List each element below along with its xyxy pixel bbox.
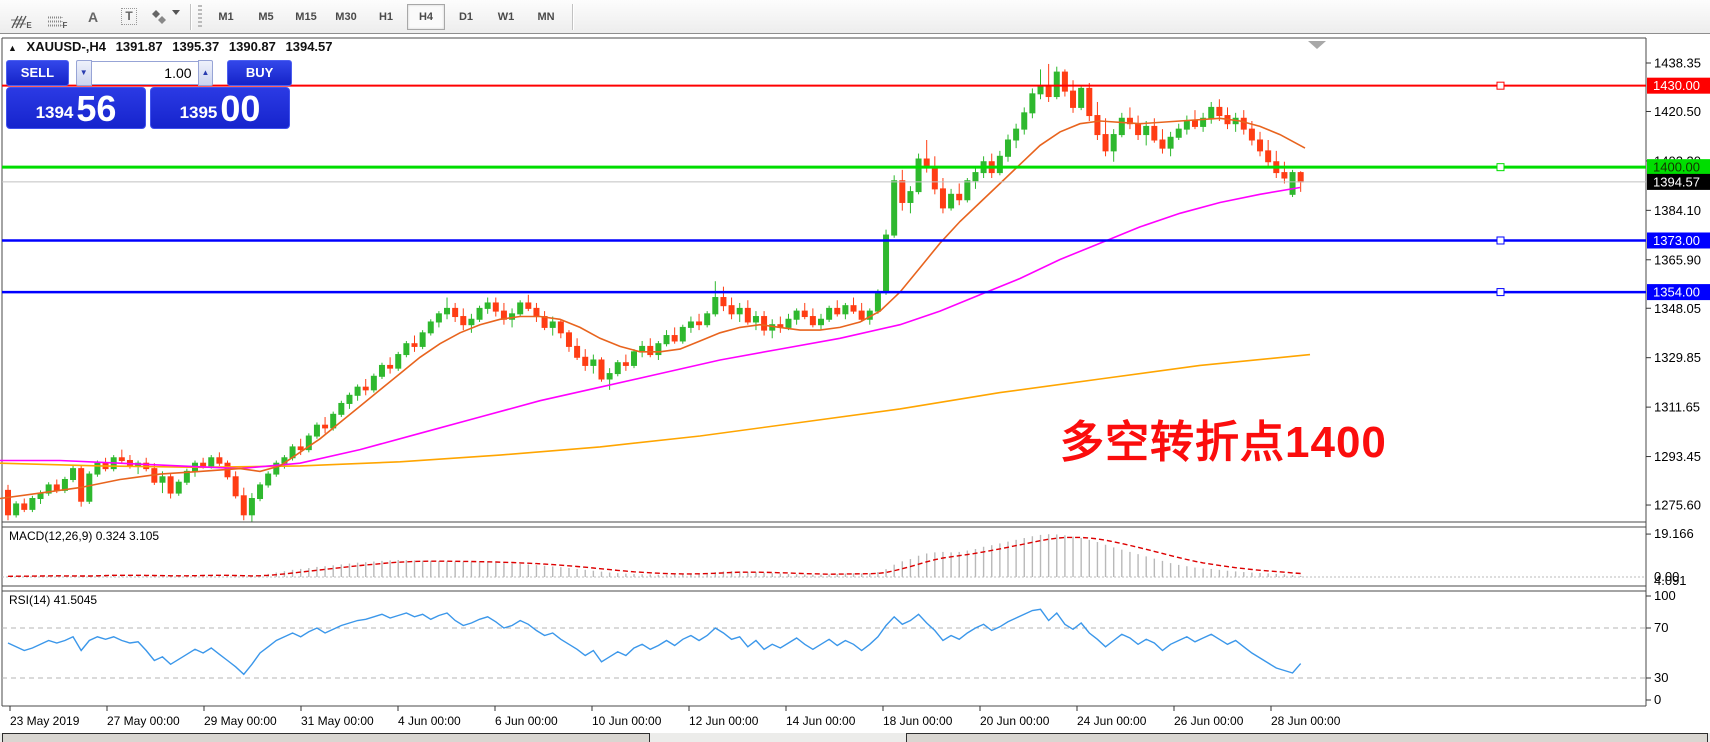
buy-price-main: 1395 [180, 103, 218, 123]
collapse-arrow-icon[interactable]: ▲ [8, 43, 17, 53]
timeframe-button-m15[interactable]: M15 [287, 4, 325, 30]
time-tick-label: 26 Jun 00:00 [1174, 714, 1244, 728]
level-handle[interactable] [1497, 164, 1504, 171]
time-tick-label: 18 Jun 00:00 [883, 714, 953, 728]
volume-input[interactable] [92, 61, 198, 85]
timeframe-button-w1[interactable]: W1 [487, 4, 525, 30]
grid-dots-icon[interactable]: F [42, 4, 72, 30]
time-tick-label: 24 Jun 00:00 [1077, 714, 1147, 728]
icon-sub-label: E [26, 21, 31, 30]
timeframe-button-m30[interactable]: M30 [327, 4, 365, 30]
time-tick-label: 6 Jun 00:00 [495, 714, 558, 728]
dropdown-caret-icon [172, 10, 180, 15]
buy-button[interactable]: BUY [227, 60, 292, 86]
diamonds-glyph [151, 9, 167, 25]
letter-a-glyph: A [88, 9, 98, 25]
text-a-icon[interactable]: A [78, 4, 108, 30]
symbol-label: XAUUSD-,H4 [27, 39, 106, 54]
price-badge-label: 1430.00 [1653, 78, 1700, 93]
timeframe-button-d1[interactable]: D1 [447, 4, 485, 30]
toolbar-drag-handle[interactable] [198, 5, 202, 29]
level-handle[interactable] [1497, 82, 1504, 89]
time-tick-label: 4 Jun 00:00 [398, 714, 461, 728]
time-tick-label: 31 May 00:00 [301, 714, 374, 728]
chart-annotation-text[interactable]: 多空转折点1400 [1060, 406, 1387, 470]
sell-button[interactable]: SELL [6, 60, 69, 86]
timeframe-button-m1[interactable]: M1 [207, 4, 245, 30]
rsi-axis-label: 0 [1654, 692, 1661, 707]
rsi-label: RSI(14) 41.5045 [9, 593, 97, 607]
timeframe-button-h1[interactable]: H1 [367, 4, 405, 30]
price-tick-label: 1384.10 [1654, 203, 1701, 218]
macd-axis-label: 4.091 [1654, 573, 1687, 588]
sell-price-main: 1394 [36, 103, 74, 123]
style-arrows-icon[interactable] [150, 4, 180, 30]
timeframe-button-m5[interactable]: M5 [247, 4, 285, 30]
volume-increase-button[interactable]: ▲ [198, 60, 214, 86]
price-badge-label: 1394.57 [1653, 174, 1700, 189]
chart-title: ▲ XAUUSD-,H4 1391.87 1395.37 1390.87 139… [8, 39, 339, 54]
price-badge-label: 1400.00 [1653, 160, 1700, 175]
time-tick-label: 20 Jun 00:00 [980, 714, 1050, 728]
timeframe-button-h4[interactable]: H4 [407, 4, 445, 30]
rsi-axis-label: 100 [1654, 588, 1676, 603]
time-tick-label: 29 May 00:00 [204, 714, 277, 728]
chart-area[interactable]: 1438.351420.501402.301384.101365.901348.… [0, 34, 1710, 742]
timeframe-buttons: M1M5M15M30H1H4D1W1MN [206, 4, 566, 30]
sell-price-panel[interactable]: 1394 56 [6, 87, 146, 129]
icon-sub-label: F [63, 21, 68, 30]
ohlc-close: 1394.57 [286, 39, 333, 54]
price-tick-label: 1311.65 [1654, 400, 1700, 415]
price-tick-label: 1348.05 [1654, 301, 1701, 316]
macd-axis-label: 19.166 [1654, 526, 1694, 541]
ohlc-high: 1395.37 [172, 39, 219, 54]
textbox-t-icon[interactable]: T [114, 4, 144, 30]
toolbar-separator-2 [572, 4, 574, 30]
price-tick-label: 1365.90 [1654, 252, 1701, 267]
time-tick-label: 14 Jun 00:00 [786, 714, 856, 728]
timeframe-button-mn[interactable]: MN [527, 4, 565, 30]
price-tick-label: 1329.85 [1654, 350, 1701, 365]
toolbar: E F A T M1M5M15M30H1H4D1W1 [0, 0, 1710, 34]
ohlc-open: 1391.87 [116, 39, 163, 54]
price-tick-label: 1438.35 [1654, 56, 1701, 71]
time-tick-label: 12 Jun 00:00 [689, 714, 759, 728]
macd-label: MACD(12,26,9) 0.324 3.105 [9, 529, 159, 543]
one-click-trading-panel: SELL ▼ ▲ BUY 1394 56 1395 00 [6, 60, 292, 85]
bottom-tab-right[interactable] [906, 733, 1708, 742]
level-handle[interactable] [1497, 289, 1504, 296]
letter-t-glyph: T [121, 8, 136, 25]
price-axis: 1438.351420.501402.301384.101365.901348.… [1646, 34, 1710, 742]
price-badge-label: 1373.00 [1653, 233, 1700, 248]
buy-price-panel[interactable]: 1395 00 [150, 87, 290, 129]
trading-terminal-window: E F A T M1M5M15M30H1H4D1W1 [0, 0, 1710, 742]
bottom-tab-strip [0, 733, 1710, 742]
level-handle[interactable] [1497, 237, 1504, 244]
time-tick-label: 27 May 00:00 [107, 714, 180, 728]
bottom-tab-left[interactable] [2, 733, 650, 742]
time-tick-label: 10 Jun 00:00 [592, 714, 662, 728]
price-tick-label: 1420.50 [1654, 104, 1701, 119]
chart-pattern-icon[interactable]: E [6, 4, 36, 30]
ohlc-low: 1390.87 [229, 39, 276, 54]
price-tick-label: 1275.60 [1654, 498, 1701, 513]
toolbar-separator [190, 4, 192, 30]
time-tick-label: 23 May 2019 [10, 714, 80, 728]
price-badge-label: 1354.00 [1653, 285, 1700, 300]
rsi-axis-label: 70 [1654, 620, 1668, 635]
rsi-axis-label: 30 [1654, 670, 1668, 685]
volume-decrease-button[interactable]: ▼ [76, 60, 92, 86]
buy-price-pips: 00 [220, 93, 260, 125]
sell-price-pips: 56 [76, 93, 116, 125]
price-tick-label: 1293.45 [1654, 449, 1701, 464]
time-tick-label: 28 Jun 00:00 [1271, 714, 1341, 728]
